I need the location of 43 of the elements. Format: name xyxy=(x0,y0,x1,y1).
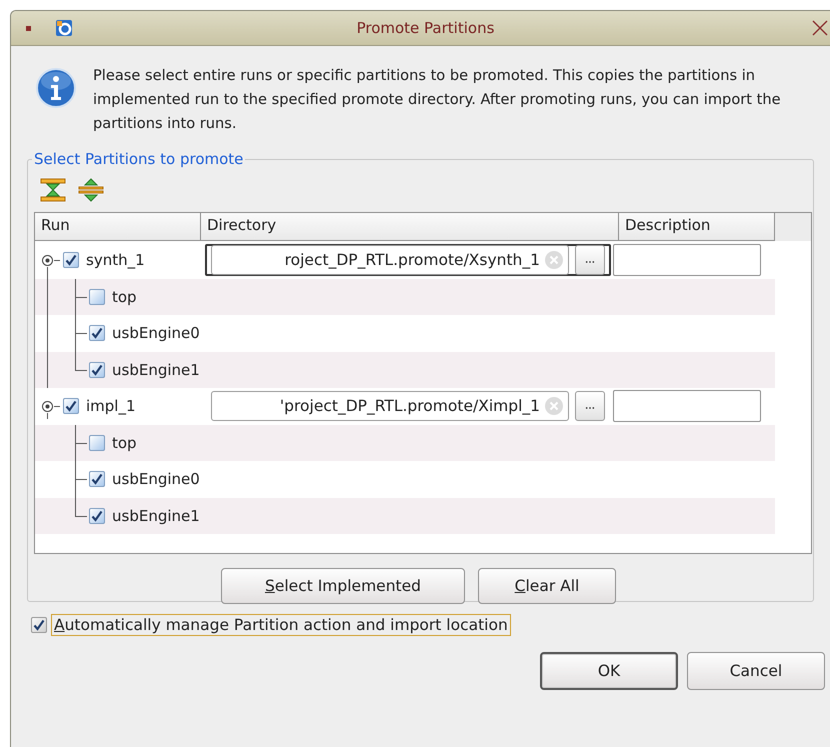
app-icon xyxy=(55,19,73,37)
checkbox[interactable] xyxy=(89,325,105,342)
checkbox-label[interactable]: Automatically manage Partition action and import location xyxy=(51,614,511,636)
collapse-all-icon[interactable] xyxy=(40,178,66,202)
column-header[interactable]: Directory xyxy=(201,213,619,241)
checkbox[interactable] xyxy=(89,471,105,488)
partition-name: usbEngine0 xyxy=(112,470,200,488)
ellipsis-icon xyxy=(585,406,595,410)
partition-name: top xyxy=(112,434,137,452)
partition-name: usbEngine1 xyxy=(112,506,200,525)
checkbox[interactable] xyxy=(89,434,105,451)
checkbox[interactable] xyxy=(89,288,105,305)
partition-name: top xyxy=(112,288,137,306)
directory-field[interactable]: 'project_DP_RTL.promote/Ximpl_1 xyxy=(211,391,569,422)
column-header[interactable]: Description xyxy=(619,213,775,241)
expand-toggle-icon[interactable] xyxy=(41,400,54,413)
window-title: Promote Partitions xyxy=(356,19,494,37)
ellipsis-icon xyxy=(585,260,595,264)
group-title: Select Partitions to promote xyxy=(33,150,244,168)
checkbox[interactable] xyxy=(63,398,79,414)
clear-all-button[interactable]: Clear All xyxy=(478,568,616,604)
window-menu-icon[interactable] xyxy=(26,26,31,30)
checkbox[interactable] xyxy=(31,617,47,633)
checkbox[interactable] xyxy=(89,508,105,524)
browse-button[interactable] xyxy=(575,245,605,276)
description-field[interactable] xyxy=(613,390,761,422)
ok-button[interactable]: OK xyxy=(540,652,678,690)
info-icon xyxy=(35,67,77,109)
close-icon[interactable] xyxy=(812,20,828,36)
partition-name: usbEngine1 xyxy=(112,360,200,379)
select-implemented-button[interactable]: Select Implemented xyxy=(221,568,465,604)
expand-toggle-icon[interactable] xyxy=(41,254,54,267)
expand-all-icon[interactable] xyxy=(78,178,104,202)
info-message: Please select entire runs or specific partitions to be promoted. This copies the partitions in implemented run to the specified promote directory. After promoting runs, you can import the partitions into runs. xyxy=(93,66,782,134)
checkbox[interactable] xyxy=(63,252,79,268)
description-field[interactable] xyxy=(613,244,761,276)
cancel-button[interactable]: Cancel xyxy=(687,652,825,690)
run-name: impl_1 xyxy=(86,397,136,416)
column-header[interactable]: Run xyxy=(35,213,201,241)
partition-name: usbEngine0 xyxy=(112,324,200,342)
directory-field[interactable]: roject_DP_RTL.promote/Xsynth_1 xyxy=(211,245,569,276)
run-name: synth_1 xyxy=(86,251,145,270)
checkbox[interactable] xyxy=(89,362,105,378)
